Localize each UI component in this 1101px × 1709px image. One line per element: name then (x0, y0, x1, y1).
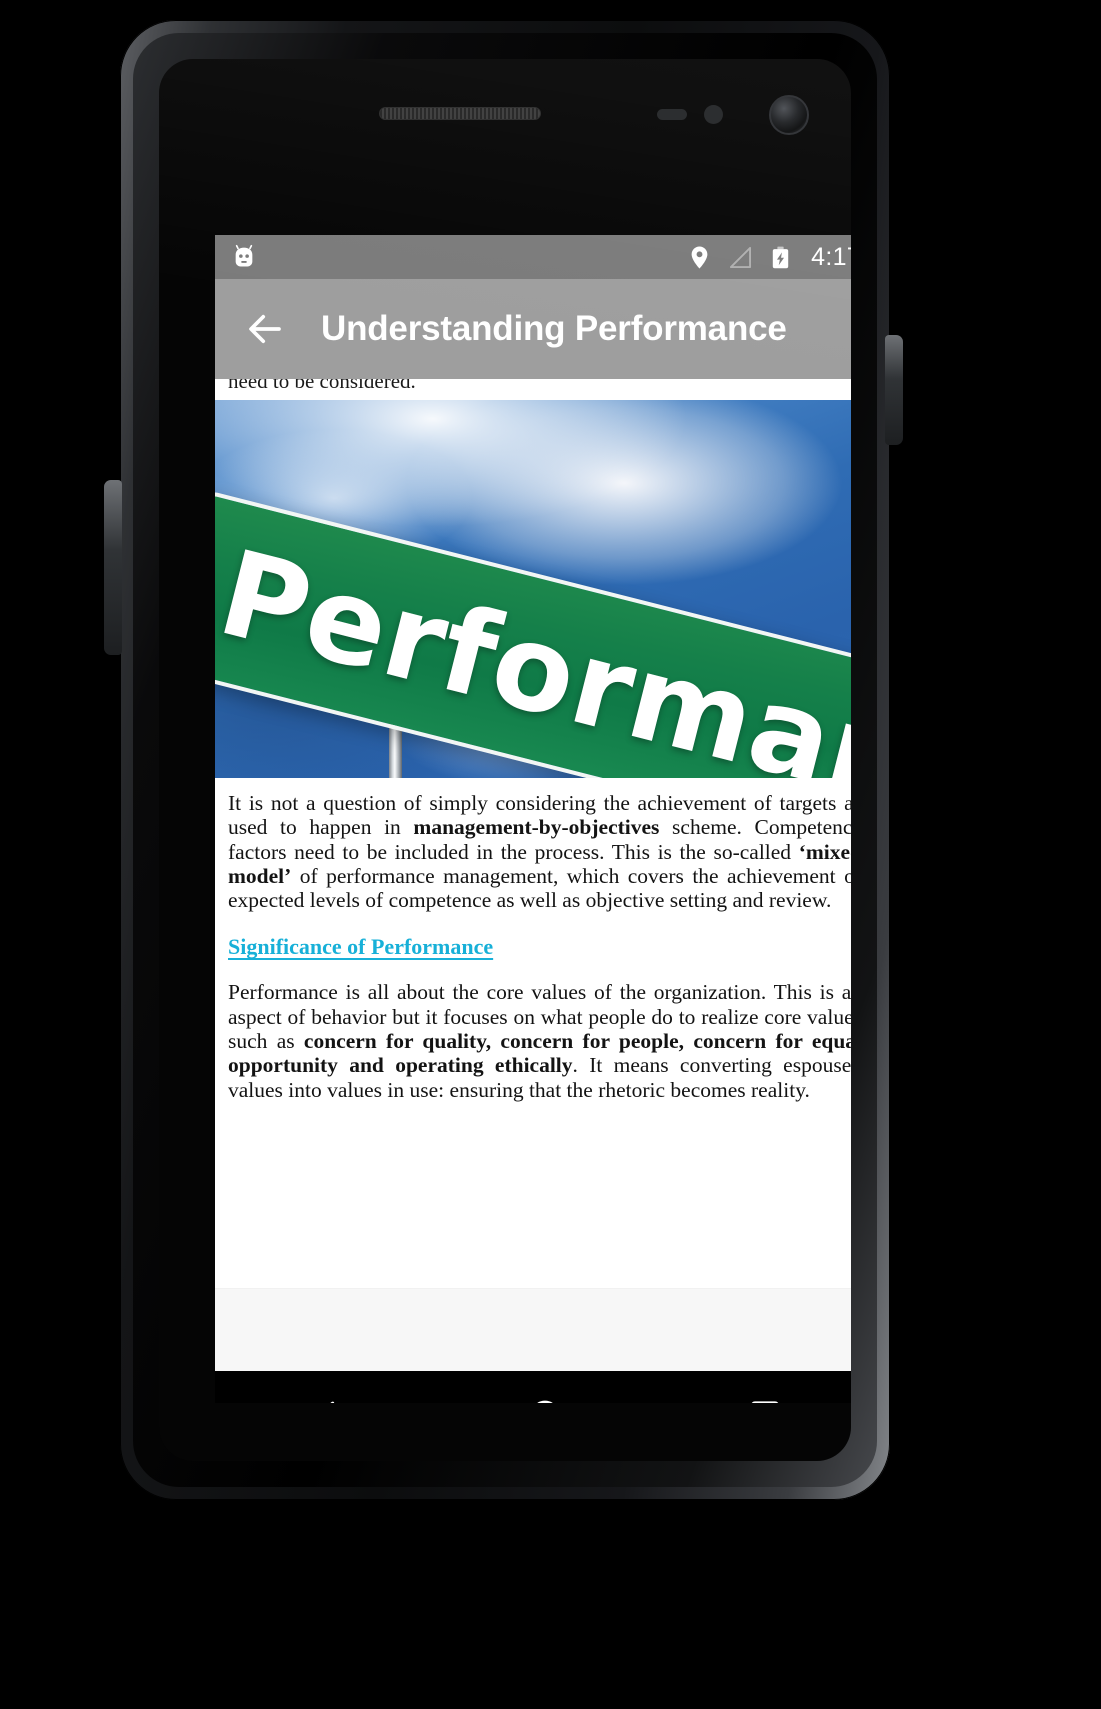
battery-charging-icon (768, 245, 793, 270)
status-bar-clock: 4:17 (811, 242, 851, 271)
earpiece-speaker (379, 107, 541, 120)
proximity-sensor-icon (657, 109, 687, 120)
signal-triangle-icon (727, 244, 754, 271)
system-navigation-bar (215, 1371, 851, 1403)
performance-sign-image: Performance (215, 400, 851, 778)
p1-bold-1: management-by-objectives (413, 815, 660, 840)
paragraph-2: Performance is all about the core values… (228, 980, 851, 1101)
device-bezel: 4:17 Understanding Performance need to b… (133, 33, 877, 1487)
clipped-previous-line: need to be considered. (228, 379, 416, 391)
light-sensor-icon (704, 105, 723, 124)
location-pin-icon (686, 244, 713, 271)
nav-back-button[interactable] (215, 1371, 435, 1403)
app-bar: Understanding Performance (215, 279, 851, 379)
status-bar: 4:17 (215, 235, 851, 279)
phone-device: 4:17 Understanding Performance need to b… (120, 20, 890, 1500)
content-footer-strip (215, 1288, 851, 1371)
article-webview[interactable]: need to be considered. Performance It is… (215, 379, 851, 1371)
nav-recents-button[interactable] (655, 1371, 851, 1403)
nav-home-button[interactable] (435, 1371, 655, 1403)
phone-screen: 4:17 Understanding Performance need to b… (215, 235, 851, 1403)
status-bar-right: 4:17 (686, 243, 851, 272)
p1-run-3: of performance management, which covers … (228, 863, 851, 913)
cyanogenmod-robot-icon (231, 244, 257, 270)
page-title: Understanding Performance (321, 309, 787, 348)
front-camera-icon (769, 95, 809, 135)
section-link-significance-of-performance[interactable]: Significance of Performance (228, 934, 493, 960)
power-button[interactable] (885, 335, 903, 445)
device-glass: 4:17 Understanding Performance need to b… (159, 59, 851, 1461)
back-arrow-icon[interactable] (237, 301, 293, 357)
status-bar-left (231, 244, 257, 270)
paragraph-1: It is not a question of simply consideri… (228, 791, 851, 912)
volume-button[interactable] (104, 480, 122, 655)
article-body: It is not a question of simply consideri… (215, 778, 851, 1102)
